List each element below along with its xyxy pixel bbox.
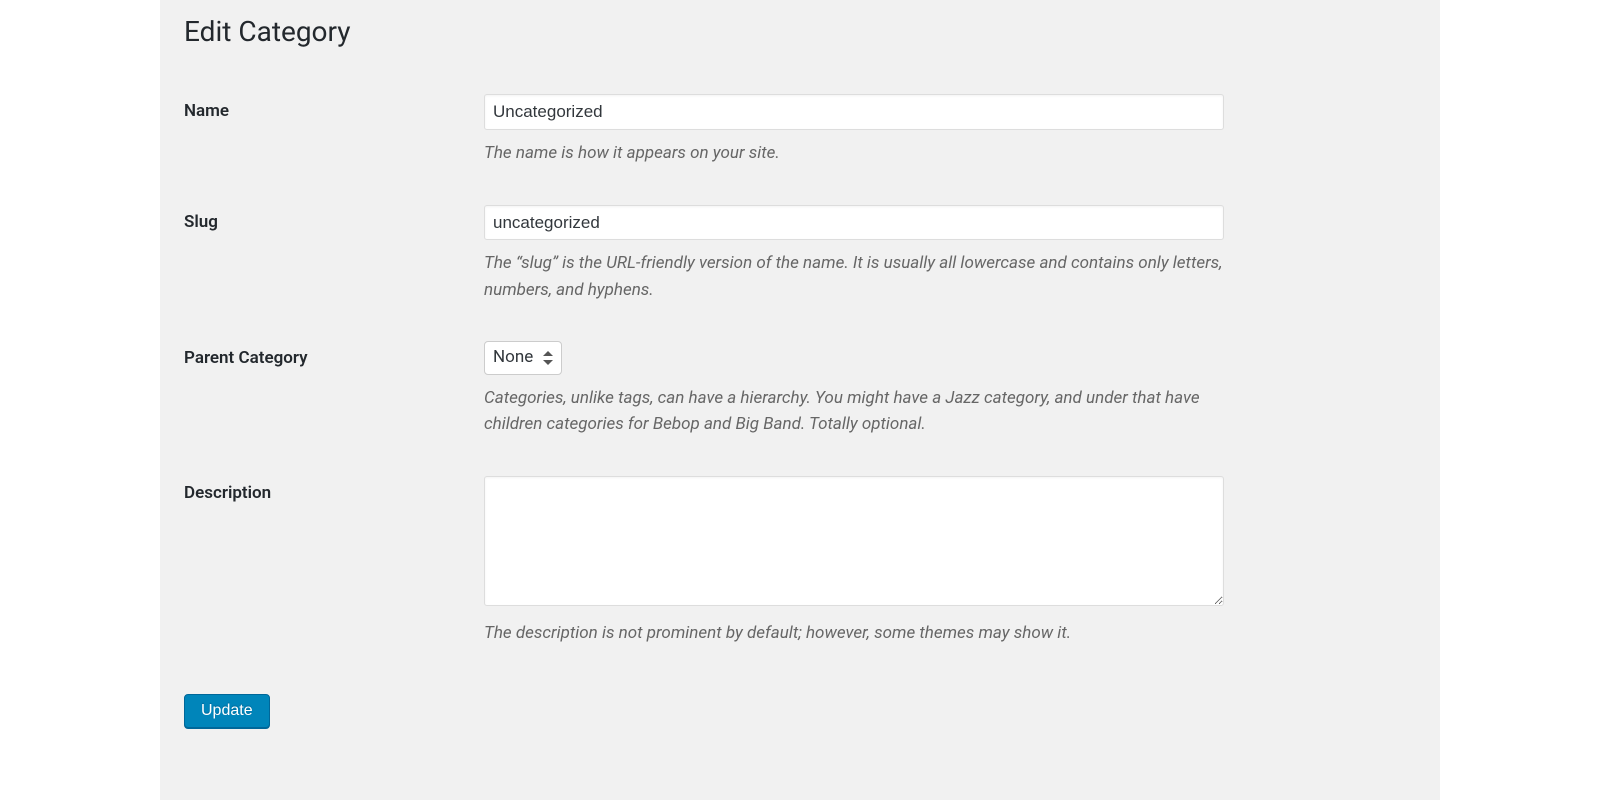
page-title: Edit Category [184, 14, 1416, 50]
chevron-updown-icon [543, 351, 553, 365]
slug-input[interactable] [484, 205, 1224, 241]
name-help-text: The name is how it appears on your site. [484, 140, 1224, 166]
field-row-parent-category: Parent Category None Categories, unlike … [184, 325, 1416, 459]
parent-category-selected-value: None [493, 347, 533, 367]
submit-row: Update [184, 694, 1416, 728]
slug-label: Slug [184, 212, 218, 232]
description-help-text: The description is not prominent by defa… [484, 620, 1224, 646]
name-input[interactable] [484, 94, 1224, 130]
parent-category-label: Parent Category [184, 348, 308, 368]
slug-help-text: The “slug” is the URL-friendly version o… [484, 250, 1224, 303]
field-row-name: Name The name is how it appears on your … [184, 78, 1416, 188]
parent-category-select[interactable]: None [484, 341, 562, 375]
description-label: Description [184, 483, 271, 503]
category-form-table: Name The name is how it appears on your … [184, 78, 1416, 667]
field-row-slug: Slug The “slug” is the URL-friendly vers… [184, 189, 1416, 325]
update-button[interactable]: Update [184, 694, 270, 728]
parent-category-help-text: Categories, unlike tags, can have a hier… [484, 385, 1224, 438]
edit-category-page: Edit Category Name The name is how it ap… [160, 0, 1440, 800]
description-textarea[interactable] [484, 476, 1224, 606]
field-row-description: Description The description is not promi… [184, 460, 1416, 668]
name-label: Name [184, 101, 229, 121]
